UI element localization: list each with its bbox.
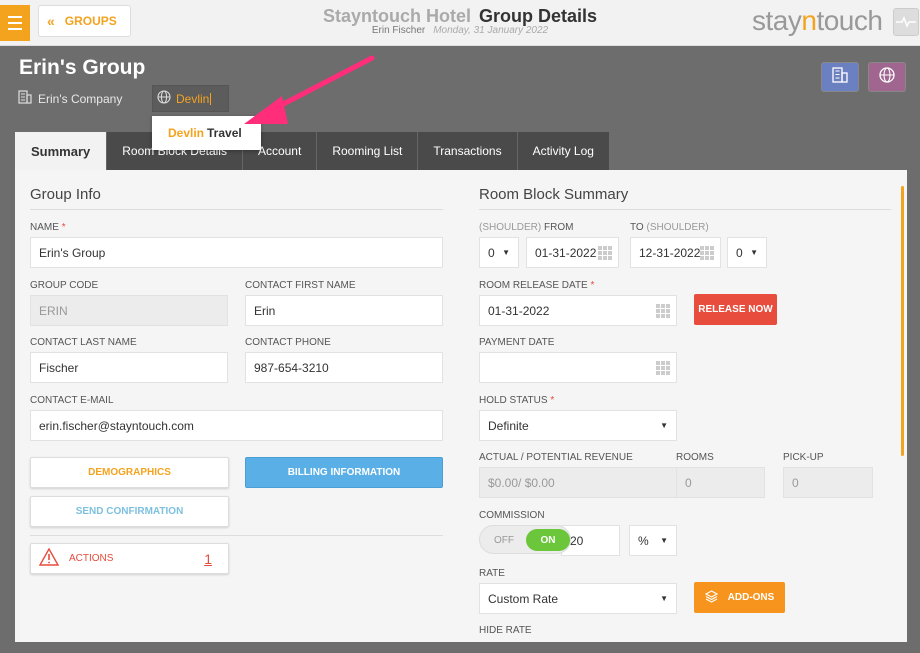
- annotation-arrow: [244, 55, 375, 124]
